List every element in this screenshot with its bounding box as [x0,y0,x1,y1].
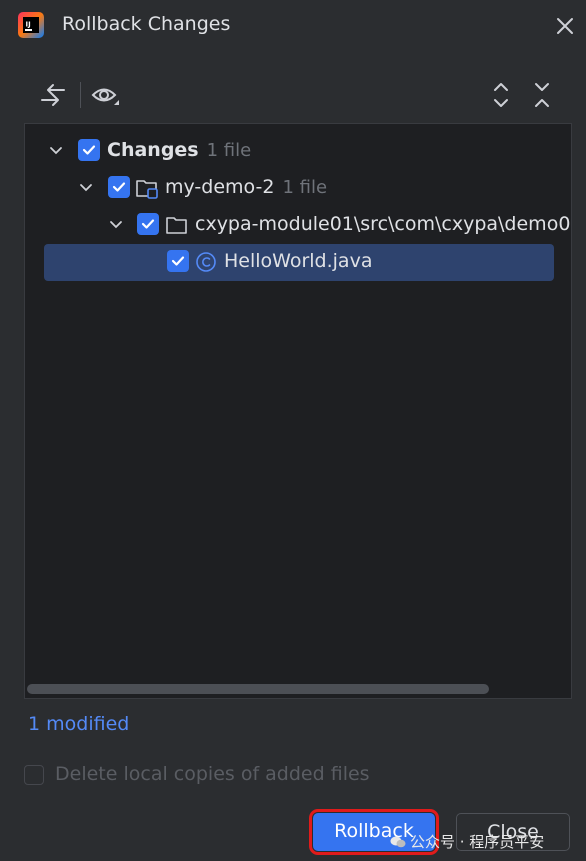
file-checkbox[interactable] [167,250,189,272]
directory-checkbox[interactable] [137,213,159,235]
java-class-icon [196,252,216,272]
chevron-down-icon[interactable] [78,180,94,196]
project-checkbox[interactable] [108,176,130,198]
project-name: my-demo-2 [165,176,275,198]
folder-icon [166,217,187,234]
eye-icon[interactable] [90,78,120,112]
watermark-text: 公众号 · 程序员平安 [410,833,545,851]
project-label: my-demo-2 1 file [165,176,327,198]
changes-title: Changes [107,139,199,161]
collapse-all-icon[interactable] [528,78,558,112]
show-diff-icon[interactable] [38,78,68,112]
delete-local-copies-checkbox[interactable] [24,765,44,785]
tree-row-file[interactable]: HelloWorld.java [44,244,554,281]
changes-checkbox[interactable] [78,139,100,161]
watermark: 公众号 · 程序员平安 [390,831,544,852]
chevron-down-icon[interactable] [48,143,64,159]
toolbar-separator [80,82,81,108]
close-icon[interactable] [553,14,577,38]
intellij-app-icon: IJ [18,12,44,38]
toolbar [24,78,572,116]
tree-row-directory[interactable]: cxypa-module01\src\com\cxypa\demo01 [25,207,572,244]
delete-local-copies-option: Delete local copies of added files [24,763,444,789]
tree-row-project[interactable]: my-demo-2 1 file [25,170,571,207]
file-label: HelloWorld.java [224,250,373,272]
title-bar: IJ Rollback Changes [0,0,586,52]
module-folder-icon [136,180,158,199]
chevron-down-icon[interactable] [108,217,124,233]
window-title: Rollback Changes [62,13,231,35]
directory-label: cxypa-module01\src\com\cxypa\demo01 [195,213,572,235]
changes-label: Changes 1 file [107,139,251,161]
horizontal-scrollbar[interactable] [27,684,489,694]
changes-tree[interactable]: Changes 1 file my-demo-2 1 file cxypa-modu… [24,123,572,699]
delete-local-copies-label: Delete local copies of added files [55,763,370,785]
tree-row-changes[interactable]: Changes 1 file [25,133,571,170]
project-count: 1 file [282,177,328,198]
wechat-icon [390,836,406,848]
svg-text:IJ: IJ [26,21,31,29]
modified-count-link[interactable]: 1 modified [28,713,129,735]
changes-count: 1 file [206,140,252,161]
expand-all-icon[interactable] [487,78,517,112]
